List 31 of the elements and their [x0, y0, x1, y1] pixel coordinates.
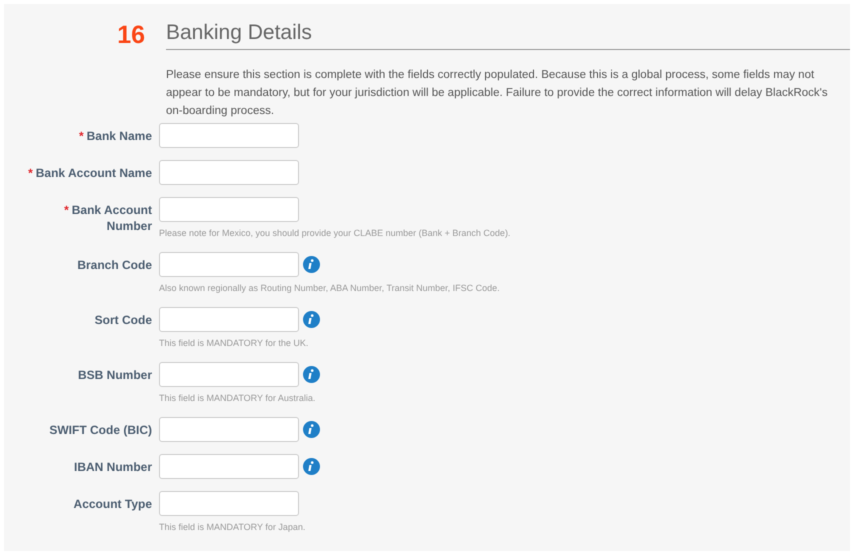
field-label: * Bank Account Number — [63, 202, 152, 234]
text-field[interactable] — [159, 362, 299, 387]
field-label: Account Type — [74, 496, 152, 512]
section-number: 16 — [117, 20, 145, 50]
field-note: This field is MANDATORY for Japan. — [159, 521, 306, 534]
field-label: BSB Number — [78, 367, 152, 383]
field-label: * Bank Name — [78, 128, 152, 144]
info-icon[interactable] — [303, 458, 320, 475]
text-field[interactable] — [159, 454, 299, 479]
text-field[interactable] — [159, 123, 299, 148]
text-field[interactable] — [159, 197, 299, 222]
field-note: This field is MANDATORY for Australia. — [159, 392, 316, 405]
text-field[interactable] — [159, 252, 299, 277]
text-field[interactable] — [159, 307, 299, 332]
section-description: Please ensure this section is complete with the fields correctly populated. Because this is a global process, some fields may not appear to be mandatory, but for your jurisdiction will be applicable. Failure to provide the correct information will delay BlackRock's on-boarding process. — [166, 68, 829, 119]
field-note: Please note for Mexico, you should provide your CLABE number (Bank + Branch Code). — [159, 227, 510, 240]
info-icon[interactable] — [303, 421, 320, 438]
field-label: * Bank Account Name — [28, 165, 152, 181]
field-note: This field is MANDATORY for the UK. — [159, 337, 310, 350]
text-field[interactable] — [159, 491, 299, 516]
info-icon[interactable] — [303, 256, 320, 273]
field-note: Also known regionally as Routing Number, ABA Number, Transit Number, IFSC Code. — [159, 282, 500, 295]
text-field[interactable] — [159, 417, 299, 442]
info-icon[interactable] — [303, 366, 320, 383]
text-field[interactable] — [159, 160, 299, 185]
field-label: Branch Code — [77, 257, 152, 273]
field-label: IBAN Number — [74, 459, 152, 475]
info-icon[interactable] — [303, 311, 320, 328]
field-label: Sort Code — [94, 312, 152, 328]
field-label: SWIFT Code (BIC) — [49, 422, 152, 438]
section-title: Banking Details — [166, 21, 312, 44]
